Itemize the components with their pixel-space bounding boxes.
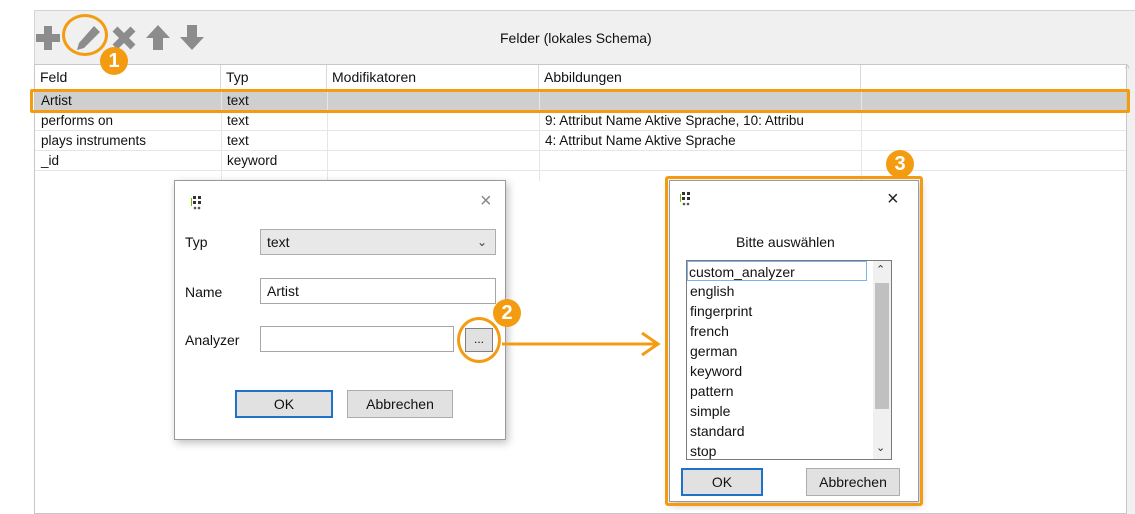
annotation-badge-2: 2 bbox=[493, 299, 521, 327]
analyzer-input[interactable] bbox=[260, 326, 454, 352]
selected-row-highlight bbox=[30, 89, 1130, 113]
annotation-circle-edit bbox=[62, 14, 108, 56]
table-header: Feld Typ Modifikatoren Abbildungen bbox=[35, 65, 1126, 91]
add-field-button[interactable] bbox=[34, 22, 62, 52]
name-label: Name bbox=[185, 284, 223, 300]
column-header-feld[interactable]: Feld bbox=[35, 65, 221, 91]
cell-typ: text bbox=[227, 113, 249, 128]
analyzer-label: Analyzer bbox=[185, 332, 240, 348]
typ-select[interactable]: text ⌄ bbox=[260, 229, 496, 255]
column-header-modifikatoren[interactable]: Modifikatoren bbox=[327, 65, 539, 91]
cell-feld: _id bbox=[41, 153, 60, 168]
annotation-badge-1: 1 bbox=[100, 47, 128, 75]
cell-modifikatoren bbox=[327, 111, 539, 131]
cell-feld: plays instruments bbox=[41, 133, 147, 148]
cell-feld: performs on bbox=[41, 113, 114, 128]
cell-abbildungen bbox=[539, 151, 861, 171]
edit-field-dialog: × Typ text ⌄ Name Artist Analyzer ... OK… bbox=[174, 180, 506, 440]
typ-select-value: text bbox=[267, 234, 290, 250]
table-row[interactable]: plays instruments text 4: Attribut Name … bbox=[35, 131, 1126, 151]
move-down-button[interactable] bbox=[178, 22, 206, 52]
annotation-circle-browse bbox=[457, 317, 501, 363]
app-icon bbox=[191, 196, 201, 210]
move-up-button[interactable] bbox=[144, 22, 172, 52]
ok-button[interactable]: OK bbox=[235, 390, 333, 418]
cancel-button[interactable]: Abbrechen bbox=[347, 390, 453, 418]
cell-abbildungen: 4: Attribut Name Aktive Sprache bbox=[545, 133, 736, 148]
cell-modifikatoren bbox=[327, 151, 539, 171]
panel-title: Felder (lokales Schema) bbox=[500, 30, 652, 46]
close-icon[interactable]: × bbox=[480, 191, 492, 211]
cell-typ: keyword bbox=[227, 153, 278, 168]
cell-abbildungen: 9: Attribut Name Aktive Sprache, 10: Att… bbox=[545, 113, 804, 128]
typ-label: Typ bbox=[185, 234, 208, 250]
cell-typ: text bbox=[227, 133, 249, 148]
arrow-up-icon bbox=[146, 25, 170, 50]
scroll-up-arrow-icon[interactable]: ^ bbox=[1125, 64, 1130, 75]
annotation-badge-3: 3 bbox=[886, 150, 914, 178]
cell-modifikatoren bbox=[327, 131, 539, 151]
annotation-frame-select bbox=[665, 176, 923, 506]
table-row[interactable]: performs on text 9: Attribut Name Aktive… bbox=[35, 111, 1126, 131]
plus-icon bbox=[36, 26, 60, 50]
column-header-abbildungen[interactable]: Abbildungen bbox=[539, 65, 861, 91]
table-row[interactable]: _id keyword bbox=[35, 151, 1126, 171]
arrow-down-icon bbox=[180, 25, 204, 50]
chevron-down-icon: ⌄ bbox=[476, 235, 487, 249]
column-header-extra[interactable] bbox=[861, 65, 1127, 91]
annotation-arrow-icon bbox=[502, 331, 661, 357]
name-input[interactable]: Artist bbox=[260, 278, 496, 304]
column-header-typ[interactable]: Typ bbox=[221, 65, 327, 91]
